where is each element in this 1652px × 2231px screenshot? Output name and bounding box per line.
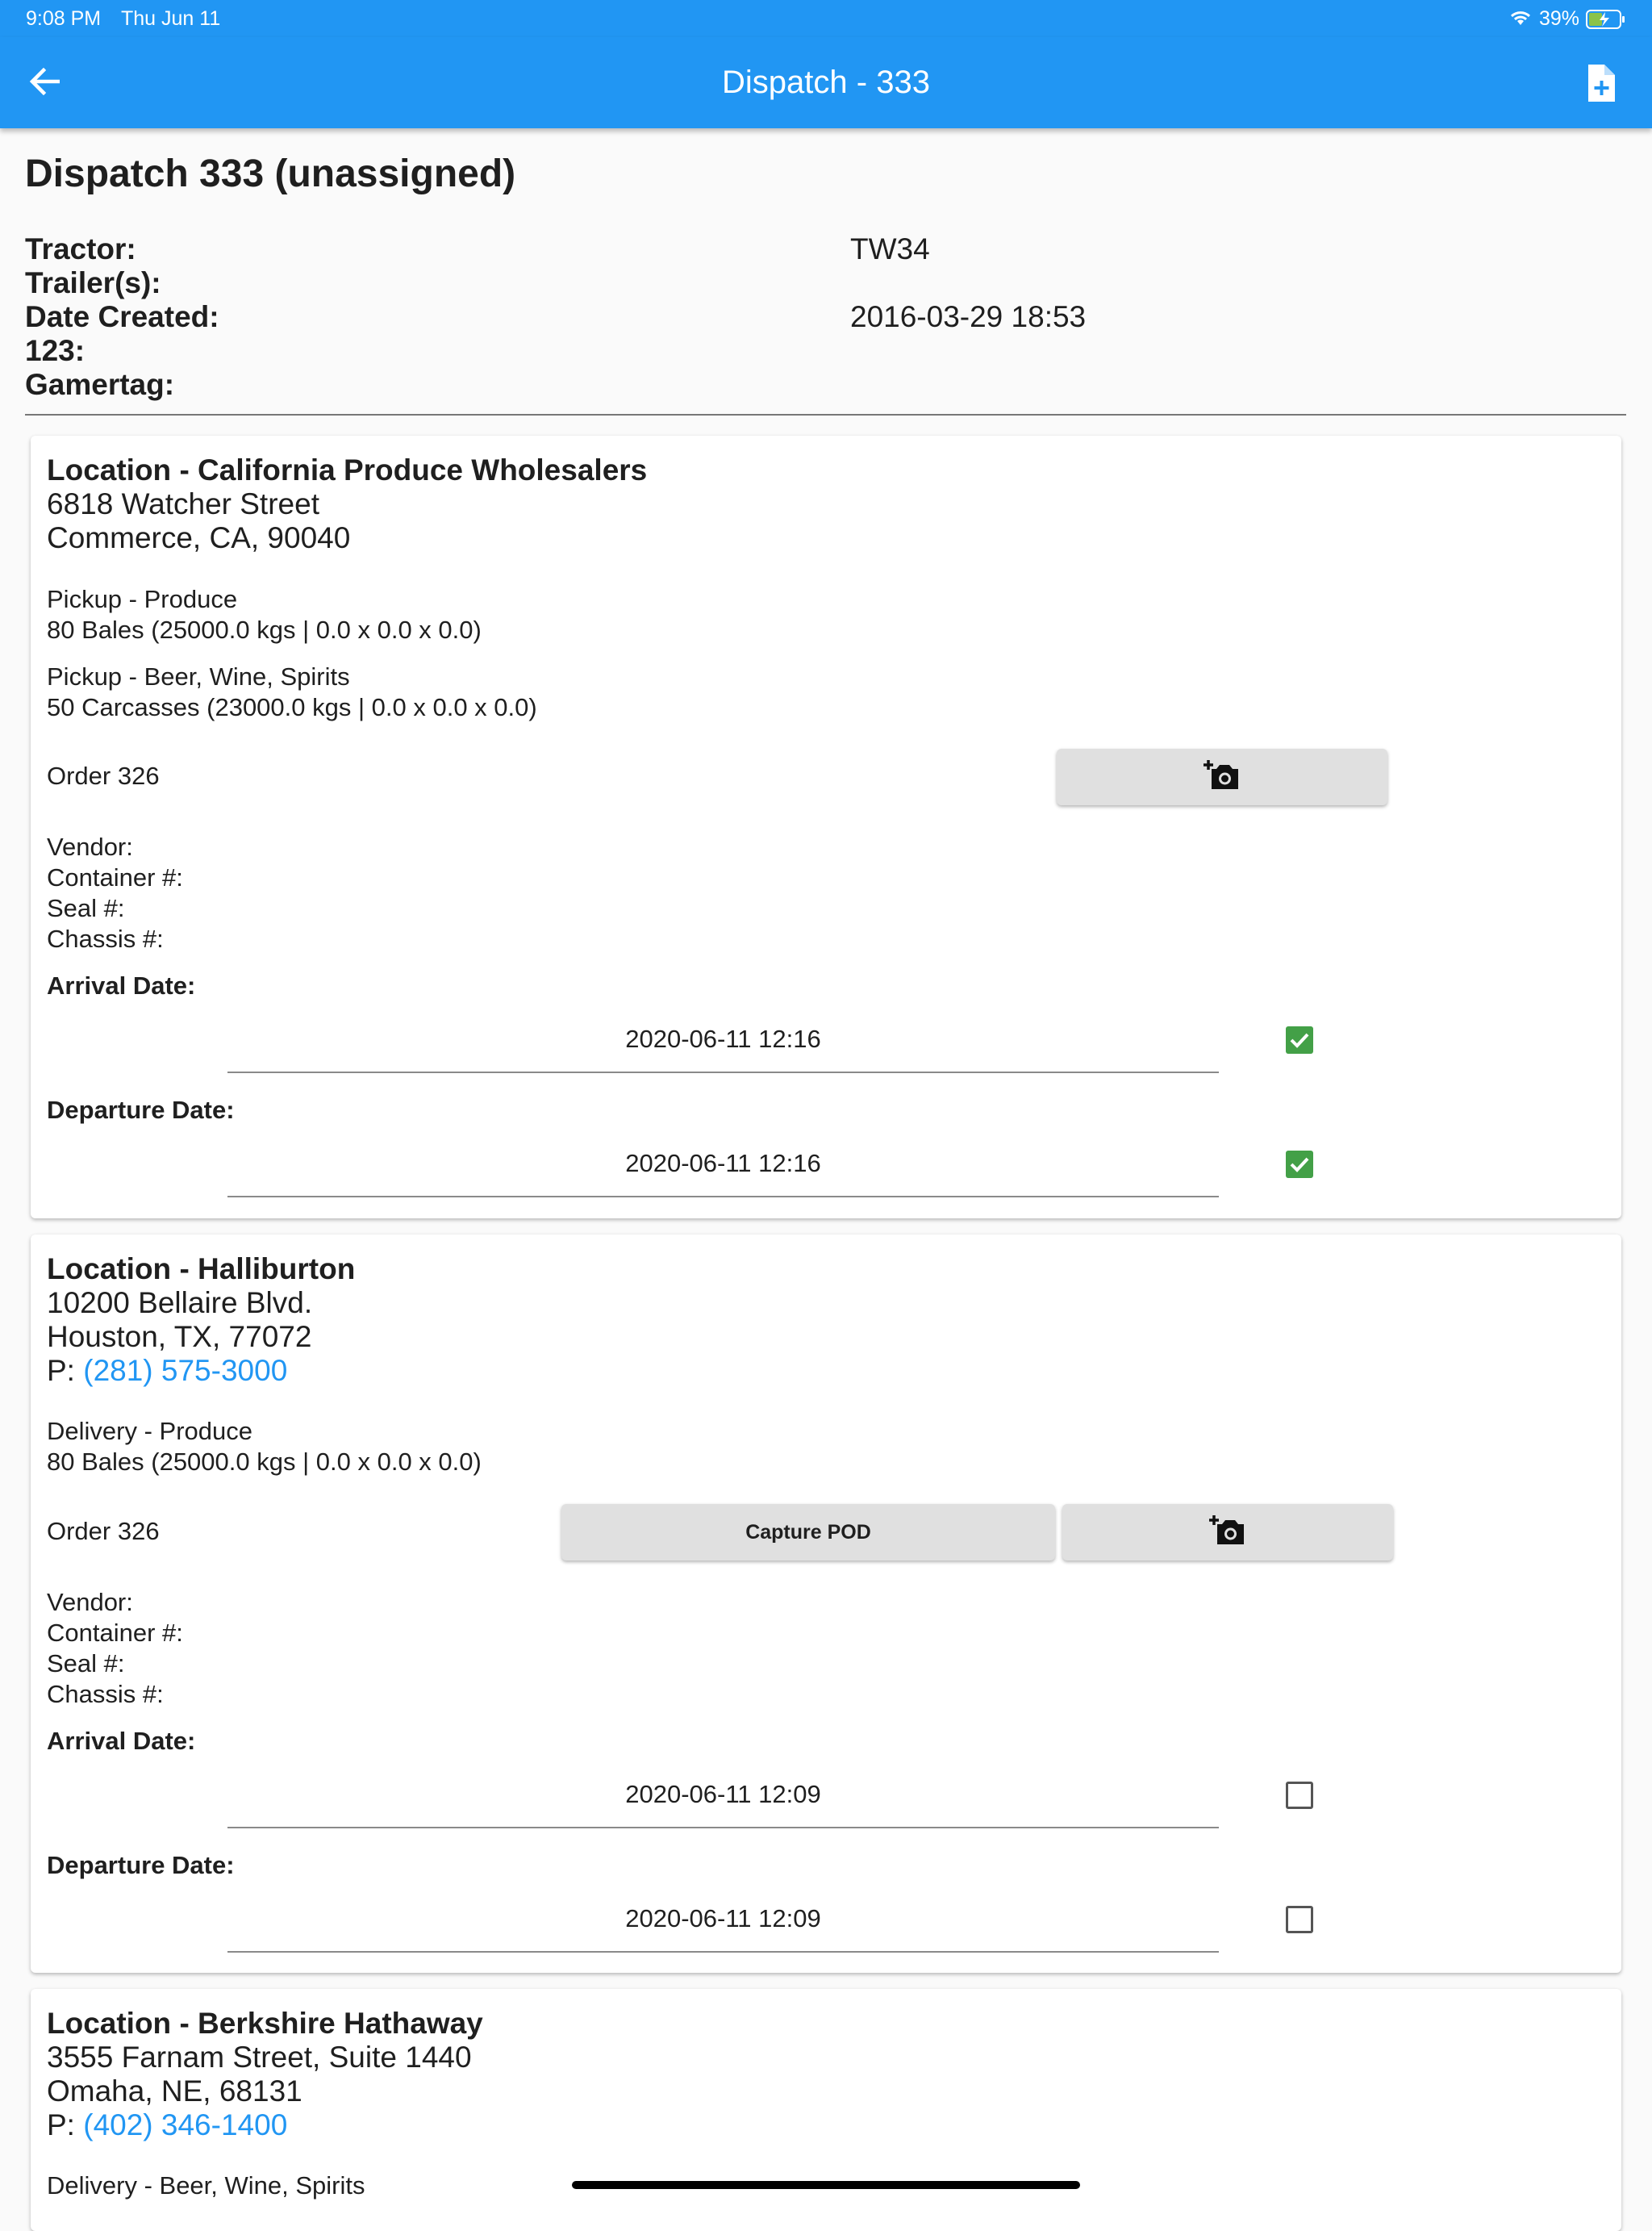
- battery-percent: 39%: [1539, 7, 1580, 30]
- arrival-date-label: Arrival Date:: [47, 971, 196, 1000]
- arrival-date-field[interactable]: 2020-06-11 12:09: [227, 1770, 1219, 1828]
- location-title: Location - Berkshire Hathaway: [47, 2007, 483, 2040]
- gamertag-label: Gamertag:: [25, 368, 175, 401]
- location-title: Location - California Produce Wholesaler…: [47, 453, 648, 487]
- address-line-1: 3555 Farnam Street, Suite 1440: [47, 2041, 472, 2074]
- battery-icon: [1586, 10, 1626, 35]
- freight-line: Delivery - Produce: [47, 1417, 252, 1445]
- departure-date-label: Departure Date:: [47, 1096, 235, 1124]
- phone-prefix: P:: [47, 1354, 84, 1387]
- arrival-date-value: 2020-06-11 12:16: [625, 1025, 821, 1053]
- phone-line: P: (281) 575-3000: [47, 1354, 287, 1388]
- wifi-icon: [1508, 9, 1533, 32]
- app-bar-title: Dispatch - 333: [722, 65, 930, 100]
- trailers-label: Trailer(s):: [25, 266, 161, 299]
- date-created-label: Date Created:: [25, 300, 219, 333]
- departure-date-value: 2020-06-11 12:09: [625, 1904, 821, 1932]
- arrival-date-label: Arrival Date:: [47, 1727, 196, 1755]
- add-photo-icon: [1209, 1514, 1246, 1552]
- status-date: Thu Jun 11: [121, 7, 221, 30]
- freight-detail: 50 Carcasses (23000.0 kgs | 0.0 x 0.0 x …: [47, 693, 537, 721]
- phone-line: P: (402) 346-1400: [47, 2108, 287, 2142]
- phone-link[interactable]: (402) 346-1400: [83, 2108, 287, 2141]
- freight-line: Delivery - Beer, Wine, Spirits: [47, 2171, 365, 2200]
- arrival-date-field[interactable]: 2020-06-11 12:16: [227, 1015, 1219, 1073]
- departure-checkbox[interactable]: [1286, 1906, 1313, 1933]
- stop-card: Location - California Produce Wholesaler…: [31, 436, 1621, 1218]
- add-photo-button[interactable]: [1057, 749, 1387, 805]
- app-bar: Dispatch - 333: [0, 37, 1652, 128]
- order-number: Order 326: [47, 762, 160, 790]
- arrival-date-value: 2020-06-11 12:09: [625, 1780, 821, 1808]
- location-title: Location - Halliburton: [47, 1252, 356, 1285]
- add-photo-icon: [1204, 758, 1241, 796]
- status-bar: 9:08 PM Thu Jun 11 39%: [0, 0, 1652, 37]
- container-label: Container #:: [47, 863, 183, 892]
- header-divider: [25, 414, 1626, 416]
- seal-label: Seal #:: [47, 1649, 125, 1677]
- container-label: Container #:: [47, 1619, 183, 1647]
- departure-date-field[interactable]: 2020-06-11 12:09: [227, 1895, 1219, 1953]
- field-123-label: 123:: [25, 334, 86, 367]
- departure-date-label: Departure Date:: [47, 1851, 235, 1879]
- checkmark-icon: [1290, 1033, 1309, 1048]
- address-line-2: Houston, TX, 77072: [47, 1320, 312, 1353]
- arrival-checkbox[interactable]: [1286, 1026, 1313, 1054]
- freight-detail: 80 Bales (25000.0 kgs | 0.0 x 0.0 x 0.0): [47, 616, 482, 644]
- departure-date-field[interactable]: 2020-06-11 12:16: [227, 1139, 1219, 1197]
- address-line-2: Omaha, NE, 68131: [47, 2074, 302, 2108]
- seal-label: Seal #:: [47, 894, 125, 922]
- departure-date-value: 2020-06-11 12:16: [625, 1149, 821, 1177]
- address-line-2: Commerce, CA, 90040: [47, 521, 351, 554]
- freight-line: Pickup - Produce: [47, 585, 238, 613]
- dispatch-header: Dispatch 333 (unassigned) Tractor: Trail…: [25, 152, 1626, 401]
- add-photo-button[interactable]: [1062, 1504, 1393, 1560]
- vendor-label: Vendor:: [47, 833, 133, 861]
- stop-card: Location - Berkshire Hathaway 3555 Farna…: [31, 1989, 1621, 2231]
- freight-detail: 80 Bales (25000.0 kgs | 0.0 x 0.0 x 0.0): [47, 1448, 482, 1476]
- address-line-1: 10200 Bellaire Blvd.: [47, 1286, 313, 1319]
- vendor-label: Vendor:: [47, 1588, 133, 1616]
- arrival-checkbox[interactable]: [1286, 1782, 1313, 1809]
- address-line-1: 6818 Watcher Street: [47, 487, 319, 520]
- phone-link[interactable]: (281) 575-3000: [83, 1354, 287, 1387]
- order-number: Order 326: [47, 1517, 160, 1545]
- tractor-value: TW34: [850, 232, 930, 265]
- checkmark-icon: [1290, 1157, 1309, 1172]
- phone-prefix: P:: [47, 2108, 84, 2141]
- departure-checkbox[interactable]: [1286, 1151, 1313, 1178]
- page-title: Dispatch 333 (unassigned): [25, 152, 516, 195]
- chassis-label: Chassis #:: [47, 1680, 164, 1708]
- home-indicator: [572, 2181, 1080, 2189]
- dispatch-meta: Tractor: Trailer(s): Date Created: 123: …: [25, 232, 219, 402]
- capture-pod-button[interactable]: Capture POD: [561, 1504, 1055, 1560]
- freight-line: Pickup - Beer, Wine, Spirits: [47, 662, 350, 691]
- date-created-value: 2016-03-29 18:53: [850, 300, 1087, 333]
- add-document-icon[interactable]: [1586, 65, 1615, 106]
- chassis-label: Chassis #:: [47, 925, 164, 953]
- tractor-label: Tractor:: [25, 232, 136, 265]
- status-time: 9:08 PM: [26, 7, 102, 30]
- stop-card: Location - Halliburton 10200 Bellaire Bl…: [31, 1235, 1621, 1973]
